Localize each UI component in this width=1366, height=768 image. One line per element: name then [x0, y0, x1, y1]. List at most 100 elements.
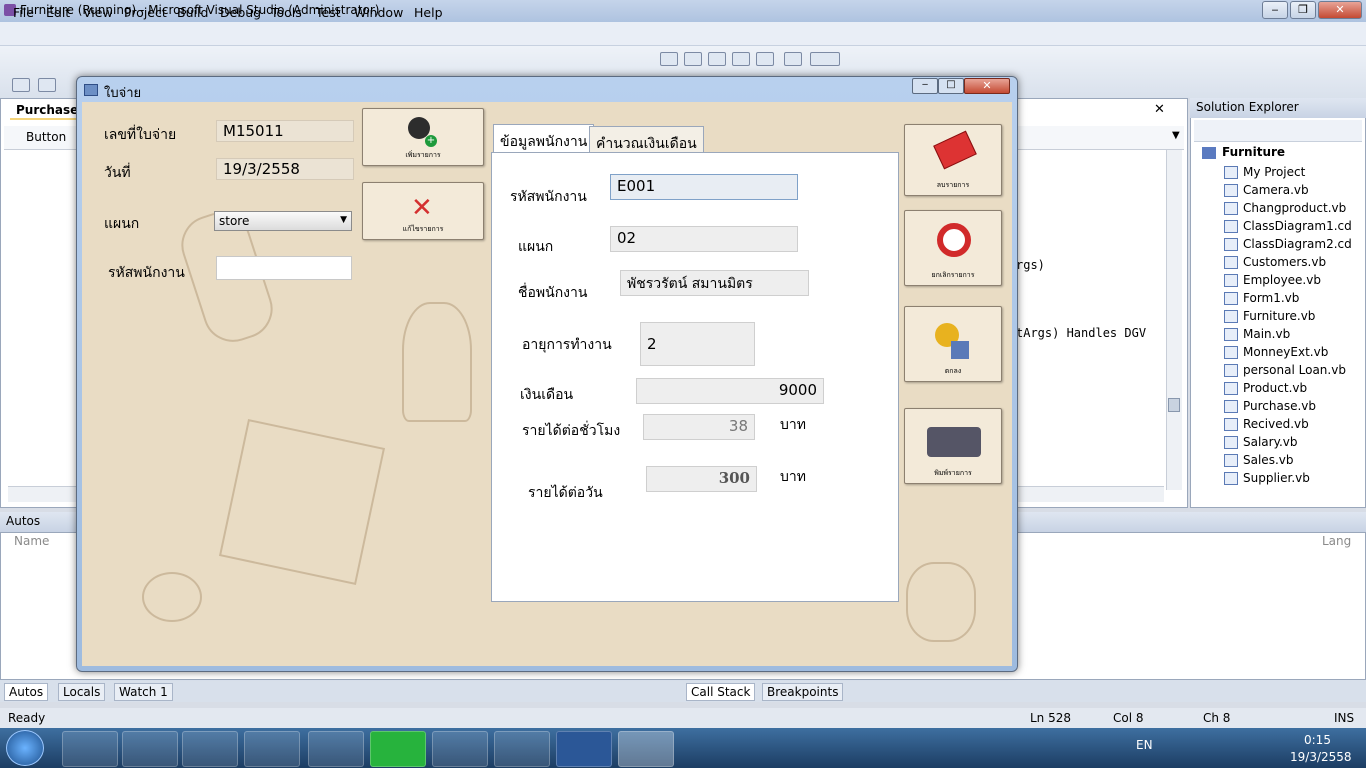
solution-file-item[interactable]: Customers.vb	[1243, 253, 1326, 271]
decor-mannequin	[402, 302, 472, 422]
solution-file-item[interactable]: Employee.vb	[1243, 271, 1321, 289]
chrome-icon[interactable]	[244, 731, 300, 767]
vs-app-icon[interactable]	[618, 731, 674, 767]
input-dept2[interactable]: 02	[610, 226, 798, 252]
file-icon	[1224, 436, 1238, 449]
column-lang: Lang	[1322, 534, 1352, 548]
tab-locals[interactable]: Locals	[58, 683, 106, 701]
solution-file-item[interactable]: Sales.vb	[1243, 451, 1293, 469]
tools-icon[interactable]	[494, 731, 550, 767]
tool-icon[interactable]	[38, 78, 56, 92]
solution-file-item[interactable]: Changproduct.vb	[1243, 199, 1346, 217]
window-icon[interactable]	[684, 52, 702, 66]
input-work-age[interactable]: 2	[640, 322, 755, 366]
tool-icon[interactable]	[12, 78, 30, 92]
solution-toolbar	[1194, 120, 1362, 142]
solution-file-item[interactable]: Supplier.vb	[1243, 469, 1310, 487]
clear-item-button[interactable]: ลบรายการ	[904, 124, 1002, 196]
lang-indicator[interactable]: EN	[1136, 738, 1153, 752]
input-daily[interactable]: 300	[646, 466, 757, 492]
menu-help[interactable]: Help	[414, 5, 443, 20]
menu-file[interactable]: File	[13, 5, 34, 20]
window-icon[interactable]	[756, 52, 774, 66]
close-button[interactable]: ✕	[1318, 1, 1362, 19]
maximize-button[interactable]: ❐	[1290, 1, 1316, 19]
window-icon[interactable]	[732, 52, 750, 66]
status-line: Ln 528	[1030, 711, 1072, 725]
solution-file-item[interactable]: Camera.vb	[1243, 181, 1309, 199]
solution-file-item[interactable]: Recived.vb	[1243, 415, 1309, 433]
solution-file-item[interactable]: Main.vb	[1243, 325, 1290, 343]
file-icon	[1224, 256, 1238, 269]
project-node[interactable]: Furniture	[1222, 145, 1285, 159]
menu-tools[interactable]: Tools	[271, 5, 302, 20]
window-icon[interactable]	[708, 52, 726, 66]
tab-page	[491, 152, 899, 602]
print-button[interactable]: พิมพ์รายการ	[904, 408, 1002, 484]
minimize-button[interactable]: ‒	[1262, 1, 1288, 19]
clear-item-label: ลบรายการ	[936, 181, 970, 189]
ok-button[interactable]: ตกลง	[904, 306, 1002, 382]
input-date[interactable]: 19/3/2558	[216, 158, 354, 180]
form-maximize-button[interactable]: □	[938, 78, 964, 94]
form-close-button[interactable]: ✕	[964, 78, 1010, 94]
tab-breakpoints[interactable]: Breakpoints	[762, 683, 844, 701]
breakpoint-icon[interactable]	[784, 52, 802, 66]
tab-purchase[interactable]: Purchase.vb	[10, 100, 99, 120]
menu-debug[interactable]: Debug	[220, 5, 261, 20]
start-button[interactable]	[6, 730, 44, 766]
label-dept: แผนก	[104, 216, 140, 232]
clock-time[interactable]: 0:15	[1304, 733, 1331, 747]
edit-item-button[interactable]: ✕ แก้ไขรายการ	[362, 182, 484, 240]
explorer-icon[interactable]	[122, 731, 178, 767]
clock-date[interactable]: 19/3/2558	[1290, 750, 1352, 764]
label-salary: เงินเดือน	[520, 387, 574, 403]
close-doc-icon[interactable]: ✕	[1154, 102, 1165, 117]
menu-build[interactable]: Build	[177, 5, 208, 20]
menu-view[interactable]: View	[83, 5, 113, 20]
chevron-down-icon[interactable]: ▼	[1172, 130, 1180, 141]
menu-project[interactable]: Project	[124, 5, 167, 20]
solution-file-item[interactable]: My Project	[1243, 163, 1305, 181]
input-slip-no[interactable]: M15011	[216, 120, 354, 142]
solution-file-item[interactable]: ClassDiagram1.cd	[1243, 217, 1352, 235]
solution-file-item[interactable]: MonneyExt.vb	[1243, 343, 1328, 361]
word-icon[interactable]	[556, 731, 612, 767]
file-icon	[1224, 292, 1238, 305]
class-combo[interactable]: Button	[26, 130, 66, 144]
solution-file-item[interactable]: Product.vb	[1243, 379, 1307, 397]
app-icon[interactable]	[432, 731, 488, 767]
input-emp-id2[interactable]: E001	[610, 174, 798, 200]
step-icon[interactable]	[660, 52, 678, 66]
solution-file-item[interactable]: personal Loan.vb	[1243, 361, 1346, 379]
tab-callstack[interactable]: Call Stack	[686, 683, 756, 701]
line-icon[interactable]	[370, 731, 426, 767]
firefox-icon[interactable]	[308, 731, 364, 767]
media-icon[interactable]	[182, 731, 238, 767]
tab-watch[interactable]: Watch 1	[114, 683, 173, 701]
select-dept[interactable]: store ▼	[214, 211, 352, 231]
vertical-scrollbar[interactable]	[1166, 150, 1182, 490]
unit-daily: บาท	[780, 469, 806, 485]
tab-autos[interactable]: Autos	[4, 683, 49, 701]
solution-file-item[interactable]: Purchase.vb	[1243, 397, 1316, 415]
solution-file-item[interactable]: Form1.vb	[1243, 289, 1299, 307]
no-entry-icon	[937, 223, 971, 257]
scroll-thumb[interactable]	[1168, 398, 1180, 412]
form-minimize-button[interactable]: ‒	[912, 78, 938, 94]
solution-file-item[interactable]: Furniture.vb	[1243, 307, 1315, 325]
solution-file-item[interactable]: Salary.vb	[1243, 433, 1298, 451]
menu-edit[interactable]: Edit	[46, 5, 70, 20]
cancel-item-button[interactable]: ยกเลิกรายการ	[904, 210, 1002, 286]
input-emp-id[interactable]	[216, 256, 352, 280]
input-salary[interactable]: 9000	[636, 378, 824, 404]
unit-hourly: บาท	[780, 417, 806, 433]
input-name[interactable]: พัชรวรัตน์ สมานมิตร	[620, 270, 809, 296]
add-item-button[interactable]: + เพิ่มรายการ	[362, 108, 484, 166]
menu-window[interactable]: Window	[354, 5, 403, 20]
menu-test[interactable]: Test	[316, 5, 341, 20]
ie-icon[interactable]	[62, 731, 118, 767]
solution-file-item[interactable]: ClassDiagram2.cd	[1243, 235, 1352, 253]
dropdown-icon[interactable]	[810, 52, 840, 66]
input-hourly[interactable]: 38	[643, 414, 755, 440]
